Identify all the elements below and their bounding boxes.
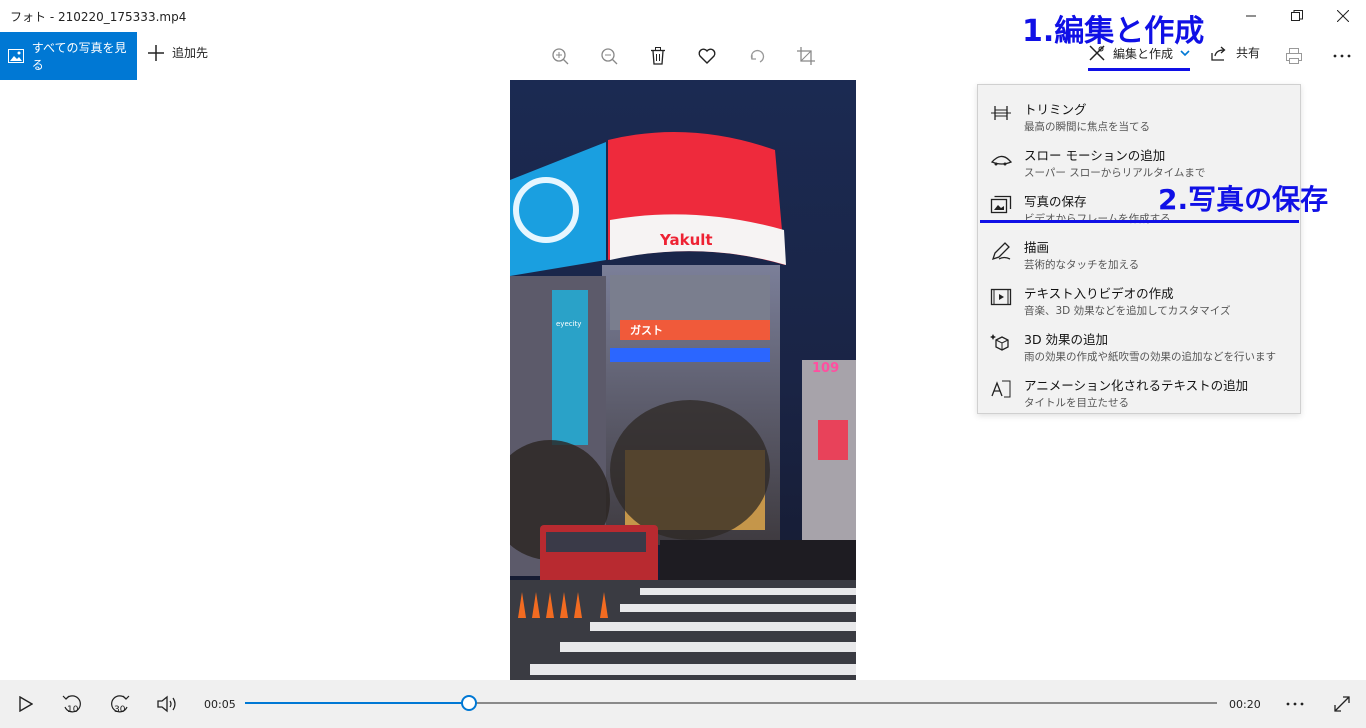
menu-item-subtitle: 雨の効果の作成や紙吹雪の効果の追加などを行います <box>1024 351 1276 363</box>
gusto-sign: ガスト <box>630 323 663 337</box>
zoom-in-icon <box>552 48 569 65</box>
seek-bar[interactable] <box>245 702 1217 704</box>
print-button[interactable] <box>1276 38 1312 74</box>
trim-icon <box>991 106 1011 120</box>
favorite-button[interactable] <box>689 38 725 74</box>
skip-back-button[interactable]: 10 <box>54 686 90 722</box>
add-to-label: 追加先 <box>172 46 209 60</box>
annotation-step2: 2.写真の保存 <box>1158 183 1329 216</box>
share-label: 共有 <box>1236 46 1261 60</box>
menu-item-title: 3D 効果の追加 <box>1024 332 1109 347</box>
zoom-in-button[interactable] <box>542 38 578 74</box>
current-time: 00:05 <box>204 698 236 711</box>
skip-back-seconds: 10 <box>67 705 79 715</box>
save-photo-icon <box>990 195 1012 214</box>
yakult-sign: Yakult <box>659 231 713 249</box>
menu-item-animated-text[interactable]: アニメーション化されるテキストの追加 タイトルを目立たせる <box>978 366 1300 412</box>
print-icon <box>1286 48 1302 64</box>
add-to-button[interactable]: 追加先 <box>148 44 208 61</box>
close-icon <box>1337 10 1349 22</box>
zoom-out-icon <box>601 48 618 65</box>
menu-item-title: アニメーション化されるテキストの追加 <box>1024 378 1249 393</box>
menu-item-subtitle: タイトルを目立たせる <box>1024 397 1129 409</box>
eyecity-sign: eyecity <box>556 320 581 328</box>
heart-icon <box>698 48 716 64</box>
minimize-icon <box>1246 15 1256 17</box>
annotation-underline-step1 <box>1088 68 1190 71</box>
play-icon <box>19 696 33 712</box>
menu-item-title: トリミング <box>1024 102 1087 117</box>
share-button[interactable]: 共有 <box>1210 44 1260 61</box>
menu-item-subtitle: 芸術的なタッチを加える <box>1024 259 1140 271</box>
menu-item-3d-effects[interactable]: 3D 効果の追加 雨の効果の作成や紙吹雪の効果の追加などを行います <box>978 320 1300 366</box>
playback-more-button[interactable] <box>1277 686 1313 722</box>
menu-item-subtitle: 音楽、3D 効果などを追加してカスタマイズ <box>1024 305 1231 317</box>
share-icon <box>1211 46 1226 61</box>
seek-bar-progress <box>245 702 469 704</box>
all-photos-label: すべての写真を見る <box>31 41 127 72</box>
total-time: 00:20 <box>1229 698 1261 711</box>
skip-forward-button[interactable]: 30 <box>102 686 138 722</box>
menu-item-title: 写真の保存 <box>1024 194 1087 209</box>
video-frame-image: Yakult ガスト eyecity 109 <box>510 80 856 680</box>
3d-effects-icon <box>990 334 1009 351</box>
more-icon <box>1333 54 1351 58</box>
skip-forward-seconds: 30 <box>114 705 126 715</box>
menu-item-title: スロー モーションの追加 <box>1024 148 1166 163</box>
delete-button[interactable] <box>640 38 676 74</box>
volume-button[interactable] <box>150 686 186 722</box>
video-frame: Yakult ガスト eyecity 109 <box>510 80 856 680</box>
menu-item-title: テキスト入りビデオの作成 <box>1024 286 1174 301</box>
rotate-button[interactable] <box>739 38 775 74</box>
chevron-down-icon <box>1180 50 1190 57</box>
window-title: フォト - 210220_175333.mp4 <box>10 10 187 24</box>
fullscreen-button[interactable] <box>1324 686 1360 722</box>
menu-item-trim[interactable]: トリミング 最高の瞬間に焦点を当てる <box>978 90 1300 136</box>
draw-icon <box>991 242 1011 261</box>
play-button[interactable] <box>8 686 44 722</box>
annotation-step1: 1.編集と作成 <box>1022 14 1205 49</box>
plus-icon <box>148 44 164 61</box>
photo-icon <box>8 49 24 63</box>
trash-icon <box>651 47 665 65</box>
crop-button[interactable] <box>788 38 824 74</box>
all-photos-button[interactable]: すべての写真を見る <box>0 32 137 80</box>
menu-item-draw[interactable]: 描画 芸術的なタッチを加える <box>978 228 1300 274</box>
menu-item-title: 描画 <box>1024 240 1050 255</box>
more-options-button[interactable] <box>1324 38 1360 74</box>
menu-item-video-text[interactable]: テキスト入りビデオの作成 音楽、3D 効果などを追加してカスタマイズ <box>978 274 1300 320</box>
video-text-icon <box>990 288 1012 306</box>
annotation-underline-step2 <box>980 220 1299 223</box>
animated-text-icon <box>991 380 1011 398</box>
seek-thumb[interactable] <box>460 695 477 711</box>
restore-icon <box>1291 10 1303 21</box>
zoom-out-button[interactable] <box>591 38 627 74</box>
restore-button[interactable] <box>1274 0 1320 32</box>
more-icon <box>1286 702 1304 706</box>
volume-icon <box>157 695 176 713</box>
building-109-sign: 109 <box>812 361 839 376</box>
crop-icon <box>797 47 815 65</box>
minimize-button[interactable] <box>1228 0 1274 32</box>
menu-item-subtitle: 最高の瞬間に焦点を当てる <box>1024 121 1150 133</box>
slow-motion-icon <box>990 155 1012 166</box>
menu-item-slow-motion[interactable]: スロー モーションの追加 スーパー スローからリアルタイムまで <box>978 136 1300 182</box>
edit-create-menu: トリミング 最高の瞬間に焦点を当てる スロー モーションの追加 スーパー スロー… <box>977 84 1301 414</box>
playback-bar: 10 30 00:05 00:20 <box>0 680 1366 728</box>
fullscreen-icon <box>1334 696 1350 712</box>
menu-item-subtitle: ビデオからフレームを作成する <box>1024 213 1171 225</box>
close-button[interactable] <box>1320 0 1366 32</box>
rotate-icon <box>750 49 765 63</box>
